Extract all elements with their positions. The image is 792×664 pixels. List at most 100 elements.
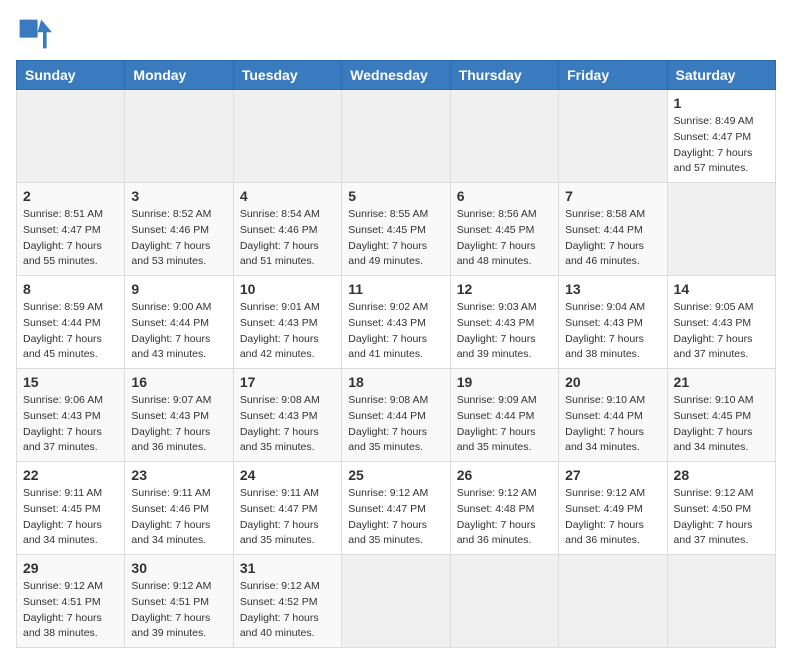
column-header-saturday: Saturday bbox=[667, 61, 775, 90]
calendar-cell bbox=[17, 90, 125, 183]
calendar-cell bbox=[233, 90, 341, 183]
day-number: 15 bbox=[23, 374, 118, 390]
day-number: 17 bbox=[240, 374, 335, 390]
day-number: 5 bbox=[348, 188, 443, 204]
calendar-cell: 7 Sunrise: 8:58 AM Sunset: 4:44 PM Daylig… bbox=[559, 183, 667, 276]
calendar-cell bbox=[559, 555, 667, 648]
calendar-cell: 30 Sunrise: 9:12 AM Sunset: 4:51 PM Dayli… bbox=[125, 555, 233, 648]
calendar-body: 1 Sunrise: 8:49 AM Sunset: 4:47 PM Daylig… bbox=[17, 90, 776, 648]
day-info: Sunrise: 9:01 AM Sunset: 4:43 PM Dayligh… bbox=[240, 300, 335, 363]
day-info: Sunrise: 9:12 AM Sunset: 4:52 PM Dayligh… bbox=[240, 579, 335, 642]
day-number: 21 bbox=[674, 374, 769, 390]
day-number: 29 bbox=[23, 560, 118, 576]
day-info: Sunrise: 9:12 AM Sunset: 4:51 PM Dayligh… bbox=[131, 579, 226, 642]
calendar-cell: 13 Sunrise: 9:04 AM Sunset: 4:43 PM Dayli… bbox=[559, 276, 667, 369]
calendar-cell: 11Sunrise: 9:02 AM Sunset: 4:43 PM Dayli… bbox=[342, 276, 450, 369]
day-number: 12 bbox=[457, 281, 552, 297]
day-number: 28 bbox=[674, 467, 769, 483]
calendar-cell bbox=[342, 555, 450, 648]
day-info: Sunrise: 9:12 AM Sunset: 4:47 PM Dayligh… bbox=[348, 486, 443, 549]
calendar-cell: 20Sunrise: 9:10 AM Sunset: 4:44 PM Dayli… bbox=[559, 369, 667, 462]
calendar-cell bbox=[667, 555, 775, 648]
day-info: Sunrise: 8:59 AM Sunset: 4:44 PM Dayligh… bbox=[23, 300, 118, 363]
calendar-cell: 28 Sunrise: 9:12 AM Sunset: 4:50 PM Dayli… bbox=[667, 462, 775, 555]
calendar-cell: 26Sunrise: 9:12 AM Sunset: 4:48 PM Dayli… bbox=[450, 462, 558, 555]
calendar-cell: 25 Sunrise: 9:12 AM Sunset: 4:47 PM Dayli… bbox=[342, 462, 450, 555]
day-info: Sunrise: 9:12 AM Sunset: 4:48 PM Dayligh… bbox=[457, 486, 552, 549]
calendar-cell: 19Sunrise: 9:09 AM Sunset: 4:44 PM Dayli… bbox=[450, 369, 558, 462]
day-number: 24 bbox=[240, 467, 335, 483]
column-header-friday: Friday bbox=[559, 61, 667, 90]
day-info: Sunrise: 8:51 AM Sunset: 4:47 PM Dayligh… bbox=[23, 207, 118, 270]
day-number: 18 bbox=[348, 374, 443, 390]
day-info: Sunrise: 8:49 AM Sunset: 4:47 PM Dayligh… bbox=[674, 114, 769, 177]
header-row: SundayMondayTuesdayWednesdayThursdayFrid… bbox=[17, 61, 776, 90]
calendar-cell: 23 Sunrise: 9:11 AM Sunset: 4:46 PM Dayli… bbox=[125, 462, 233, 555]
calendar-cell: 8 Sunrise: 8:59 AM Sunset: 4:44 PM Daylig… bbox=[17, 276, 125, 369]
day-number: 14 bbox=[674, 281, 769, 297]
day-info: Sunrise: 9:08 AM Sunset: 4:44 PM Dayligh… bbox=[348, 393, 443, 456]
calendar-cell: 10Sunrise: 9:01 AM Sunset: 4:43 PM Dayli… bbox=[233, 276, 341, 369]
day-number: 3 bbox=[131, 188, 226, 204]
header bbox=[16, 16, 776, 52]
calendar-cell: 3 Sunrise: 8:52 AM Sunset: 4:46 PM Daylig… bbox=[125, 183, 233, 276]
calendar-cell: 31 Sunrise: 9:12 AM Sunset: 4:52 PM Dayli… bbox=[233, 555, 341, 648]
calendar-cell: 24 Sunrise: 9:11 AM Sunset: 4:47 PM Dayli… bbox=[233, 462, 341, 555]
day-info: Sunrise: 8:58 AM Sunset: 4:44 PM Dayligh… bbox=[565, 207, 660, 270]
calendar-cell: 14 Sunrise: 9:05 AM Sunset: 4:43 PM Dayli… bbox=[667, 276, 775, 369]
calendar-cell: 18 Sunrise: 9:08 AM Sunset: 4:44 PM Dayli… bbox=[342, 369, 450, 462]
calendar-cell: 4Sunrise: 8:54 AM Sunset: 4:46 PM Daylig… bbox=[233, 183, 341, 276]
day-info: Sunrise: 9:00 AM Sunset: 4:44 PM Dayligh… bbox=[131, 300, 226, 363]
logo bbox=[16, 16, 56, 52]
day-number: 1 bbox=[674, 95, 769, 111]
day-info: Sunrise: 9:12 AM Sunset: 4:50 PM Dayligh… bbox=[674, 486, 769, 549]
day-number: 9 bbox=[131, 281, 226, 297]
calendar-cell: 9 Sunrise: 9:00 AM Sunset: 4:44 PM Daylig… bbox=[125, 276, 233, 369]
day-number: 25 bbox=[348, 467, 443, 483]
day-number: 7 bbox=[565, 188, 660, 204]
calendar-cell: 6 Sunrise: 8:56 AM Sunset: 4:45 PM Daylig… bbox=[450, 183, 558, 276]
day-info: Sunrise: 8:56 AM Sunset: 4:45 PM Dayligh… bbox=[457, 207, 552, 270]
day-info: Sunrise: 9:10 AM Sunset: 4:44 PM Dayligh… bbox=[565, 393, 660, 456]
day-info: Sunrise: 9:11 AM Sunset: 4:46 PM Dayligh… bbox=[131, 486, 226, 549]
day-number: 22 bbox=[23, 467, 118, 483]
calendar-cell bbox=[450, 90, 558, 183]
day-info: Sunrise: 9:07 AM Sunset: 4:43 PM Dayligh… bbox=[131, 393, 226, 456]
day-info: Sunrise: 9:12 AM Sunset: 4:51 PM Dayligh… bbox=[23, 579, 118, 642]
calendar: SundayMondayTuesdayWednesdayThursdayFrid… bbox=[16, 60, 776, 648]
day-info: Sunrise: 9:12 AM Sunset: 4:49 PM Dayligh… bbox=[565, 486, 660, 549]
day-info: Sunrise: 9:11 AM Sunset: 4:45 PM Dayligh… bbox=[23, 486, 118, 549]
week-row-4: 15Sunrise: 9:06 AM Sunset: 4:43 PM Dayli… bbox=[17, 369, 776, 462]
day-number: 6 bbox=[457, 188, 552, 204]
calendar-cell bbox=[559, 90, 667, 183]
week-row-5: 22 Sunrise: 9:11 AM Sunset: 4:45 PM Dayli… bbox=[17, 462, 776, 555]
day-info: Sunrise: 9:11 AM Sunset: 4:47 PM Dayligh… bbox=[240, 486, 335, 549]
column-header-wednesday: Wednesday bbox=[342, 61, 450, 90]
day-number: 8 bbox=[23, 281, 118, 297]
day-info: Sunrise: 9:05 AM Sunset: 4:43 PM Dayligh… bbox=[674, 300, 769, 363]
day-info: Sunrise: 9:04 AM Sunset: 4:43 PM Dayligh… bbox=[565, 300, 660, 363]
day-info: Sunrise: 9:03 AM Sunset: 4:43 PM Dayligh… bbox=[457, 300, 552, 363]
day-info: Sunrise: 8:52 AM Sunset: 4:46 PM Dayligh… bbox=[131, 207, 226, 270]
day-number: 31 bbox=[240, 560, 335, 576]
day-number: 23 bbox=[131, 467, 226, 483]
day-number: 4 bbox=[240, 188, 335, 204]
calendar-cell: 5 Sunrise: 8:55 AM Sunset: 4:45 PM Daylig… bbox=[342, 183, 450, 276]
day-number: 2 bbox=[23, 188, 118, 204]
week-row-6: 29 Sunrise: 9:12 AM Sunset: 4:51 PM Dayli… bbox=[17, 555, 776, 648]
logo-icon bbox=[16, 16, 52, 52]
calendar-cell bbox=[450, 555, 558, 648]
day-number: 11 bbox=[348, 281, 443, 297]
calendar-cell: 1 Sunrise: 8:49 AM Sunset: 4:47 PM Daylig… bbox=[667, 90, 775, 183]
calendar-header: SundayMondayTuesdayWednesdayThursdayFrid… bbox=[17, 61, 776, 90]
column-header-tuesday: Tuesday bbox=[233, 61, 341, 90]
column-header-monday: Monday bbox=[125, 61, 233, 90]
day-number: 30 bbox=[131, 560, 226, 576]
day-info: Sunrise: 8:55 AM Sunset: 4:45 PM Dayligh… bbox=[348, 207, 443, 270]
day-number: 19 bbox=[457, 374, 552, 390]
day-number: 13 bbox=[565, 281, 660, 297]
calendar-cell: 17Sunrise: 9:08 AM Sunset: 4:43 PM Dayli… bbox=[233, 369, 341, 462]
column-header-sunday: Sunday bbox=[17, 61, 125, 90]
calendar-cell: 15Sunrise: 9:06 AM Sunset: 4:43 PM Dayli… bbox=[17, 369, 125, 462]
calendar-cell: 29 Sunrise: 9:12 AM Sunset: 4:51 PM Dayli… bbox=[17, 555, 125, 648]
